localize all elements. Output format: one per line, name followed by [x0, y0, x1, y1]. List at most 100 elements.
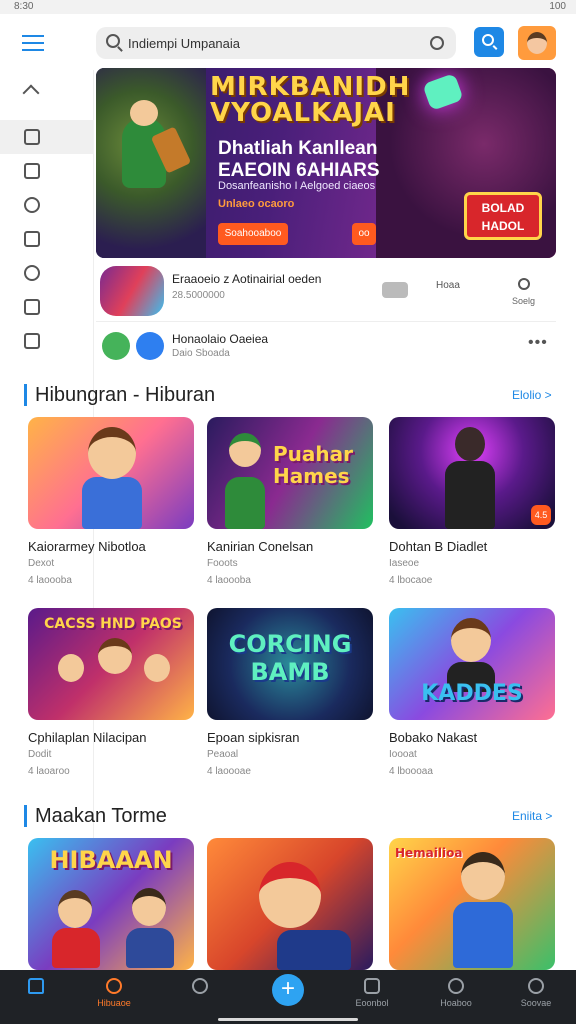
game-art-label: Puahar Hames: [273, 442, 353, 488]
game-downloads: 4 lbocaoe: [389, 575, 433, 586]
game-downloads: 4 laoooae: [207, 766, 251, 777]
home-icon: [24, 85, 40, 101]
game-downloads: 4 laoaroo: [28, 766, 70, 777]
nav-search[interactable]: [160, 970, 240, 1024]
banner-subtitle: Dhatliah Kanllean EAEOIN 6AHIARS: [218, 138, 380, 181]
sidebar-item-folder[interactable]: [0, 120, 94, 154]
section-title-entertainment: Hibungran - Hiburan: [24, 384, 215, 406]
status-battery: 100: [549, 1, 566, 12]
featured-thumbnail: [100, 266, 164, 316]
search-icon: [106, 34, 120, 48]
game-card[interactable]: Kaiorarmey Nibotloa Dexot 4 laoooba: [28, 417, 194, 586]
game-card[interactable]: KADDES Bobako Nakast Ioooat 4 lboooaa: [389, 608, 555, 777]
home-indicator: [218, 1018, 358, 1021]
search-button[interactable]: [474, 27, 504, 57]
search-icon[interactable]: [518, 278, 530, 290]
secondary-row[interactable]: Honaolaio Oaeiea Daio Sboada •••: [96, 326, 556, 366]
game-thumbnail: HIBAAAN: [28, 838, 194, 970]
sidebar-item-list[interactable]: [0, 324, 94, 358]
user-icon: [448, 978, 464, 994]
rating-badge: 4.5: [531, 505, 551, 525]
voice-search-icon[interactable]: [430, 36, 444, 50]
game-card[interactable]: Hemailioa: [389, 838, 555, 970]
game-thumbnail: CACSS HND PAOS: [28, 608, 194, 720]
sidebar-item-calendar[interactable]: [0, 154, 94, 188]
settings-icon: [528, 978, 544, 994]
game-card[interactable]: Puahar Hames Kanirian Conelsan Fooots 4 …: [207, 417, 373, 586]
featured-action-label[interactable]: Hoaa: [436, 280, 460, 291]
game-title: Bobako Nakast: [389, 730, 478, 745]
folder-icon: [24, 129, 40, 145]
crown-icon[interactable]: [382, 282, 408, 298]
search-icon: [192, 978, 208, 994]
game-category: Peaoal: [207, 749, 239, 760]
calendar-icon: [24, 163, 40, 179]
game-art-label: HIBAAAN: [49, 846, 173, 874]
game-card[interactable]: CORCING BAMB Epoan sipkisran Peaoal 4 la…: [207, 608, 373, 777]
app-icon-blue: [136, 332, 164, 360]
hero-banner[interactable]: MIRKBANIDH VYOALKAJAI Dhatliah Kanllean …: [96, 68, 556, 258]
game-card[interactable]: CACSS HND PAOS Cphilaplan Nilacipan Dodi…: [28, 608, 194, 777]
featured-search-label: Soelg: [512, 296, 536, 306]
menu-icon[interactable]: [22, 35, 44, 51]
game-thumbnail: 4.5: [389, 417, 555, 529]
more-options-icon[interactable]: •••: [528, 334, 548, 352]
see-all-link[interactable]: Eniita >: [512, 809, 552, 823]
game-art-label: CORCING BAMB: [228, 630, 352, 686]
game-card[interactable]: 4.5 Dohtan B Diadlet Iaseoe 4 lbocaoe: [389, 417, 555, 586]
game-card[interactable]: HIBAAAN: [28, 838, 194, 970]
sidebar-item-home[interactable]: [0, 76, 94, 110]
game-art-label: CACSS HND PAOS: [44, 616, 182, 632]
avatar[interactable]: [518, 26, 556, 60]
search-input[interactable]: Indiempi Umpanaia: [128, 36, 240, 51]
secondary-subtitle: Daio Sboada: [172, 348, 230, 359]
game-category: Fooots: [207, 558, 238, 569]
game-downloads: 4 lboooaa: [389, 766, 433, 777]
game-thumbnail: [28, 417, 194, 529]
banner-primary-button[interactable]: Soahooaboo: [218, 223, 288, 245]
game-title: Dohtan B Diadlet: [389, 539, 488, 554]
search-bar[interactable]: Indiempi Umpanaia: [96, 27, 456, 59]
clock-icon: [24, 197, 40, 213]
game-thumbnail: Puahar Hames: [207, 417, 373, 529]
sidebar-item-gift[interactable]: [0, 290, 94, 324]
banner-secondary-button[interactable]: oo: [352, 223, 376, 245]
featured-subtitle: 28.5000000: [172, 290, 225, 301]
game-art-label: Hemailioa: [395, 846, 463, 860]
nav-home[interactable]: [0, 970, 76, 1024]
sidebar-item-bookmark[interactable]: [0, 222, 94, 256]
game-title: Kanirian Conelsan: [207, 539, 314, 554]
home-icon: [28, 978, 44, 994]
featured-row[interactable]: Eraaoeio z Aotinairial oeden 28.5000000 …: [96, 262, 556, 322]
game-thumbnail: CORCING BAMB: [207, 608, 373, 720]
banner-logo: BOLAD HADOL: [464, 192, 542, 240]
game-card[interactable]: [207, 838, 373, 970]
banner-tag: Unlaeo ocaoro: [218, 198, 295, 210]
section-title-games: Maakan Torme: [24, 805, 167, 827]
game-thumbnail: [207, 838, 373, 970]
game-category: Iaseoe: [389, 558, 420, 569]
banner-description: Dosanfeanisho I Aelgoed ciaeos: [218, 180, 376, 192]
search-icon: [106, 978, 122, 994]
tools-icon: [24, 265, 40, 281]
status-bar: 8:30 100: [0, 0, 576, 14]
nav-entertainment[interactable]: Hibuaoe: [74, 970, 154, 1024]
game-category: Ioooat: [389, 749, 417, 760]
see-all-link[interactable]: Elolio >: [512, 388, 552, 402]
game-title: Kaiorarmey Nibotloa: [28, 539, 146, 554]
nav-profile[interactable]: Hoaboo: [416, 970, 496, 1024]
add-button[interactable]: +: [272, 974, 304, 1006]
bookmark-icon: [24, 231, 40, 247]
sidebar-item-tools[interactable]: [0, 256, 94, 290]
game-category: Dexot: [28, 558, 55, 569]
nav-settings[interactable]: Soovae: [496, 970, 576, 1024]
featured-title: Eraaoeio z Aotinairial oeden: [172, 272, 322, 286]
sidebar-item-clock[interactable]: [0, 188, 94, 222]
library-icon: [364, 978, 380, 994]
game-title: Epoan sipkisran: [207, 730, 300, 745]
game-category: Dodit: [28, 749, 52, 760]
banner-title: MIRKBANIDH VYOALKAJAI: [210, 72, 411, 128]
game-downloads: 4 laoooba: [207, 575, 251, 586]
game-art-label: KADDES: [421, 681, 523, 706]
nav-library[interactable]: Eoonbol: [332, 970, 412, 1024]
